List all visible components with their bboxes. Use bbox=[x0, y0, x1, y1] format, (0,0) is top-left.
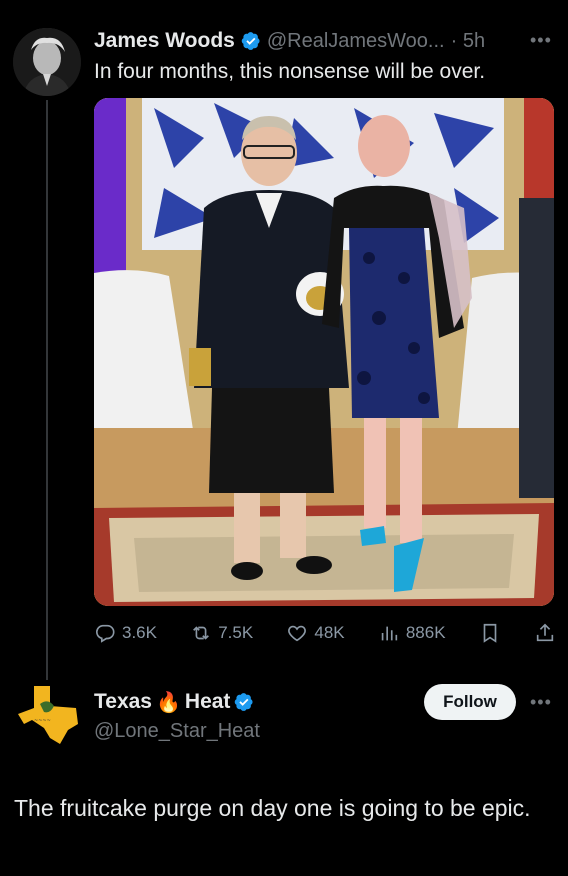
follow-button[interactable]: Follow bbox=[424, 684, 516, 720]
verified-icon bbox=[234, 692, 254, 712]
tweet-header: James Woods @RealJamesWoo... · 5h bbox=[94, 26, 564, 56]
author-name[interactable]: James Woods bbox=[94, 29, 235, 53]
like-icon bbox=[288, 625, 307, 642]
svg-text:~~~~: ~~~~ bbox=[34, 718, 51, 724]
repost-count: 7.5K bbox=[218, 623, 254, 642]
like-count: 48K bbox=[314, 623, 345, 642]
like-button[interactable]: 48K bbox=[286, 622, 345, 644]
reply-author-name-part1[interactable]: Texas bbox=[94, 690, 152, 714]
reply-header: Texas 🔥 Heat bbox=[94, 688, 254, 716]
reply-count: 3.6K bbox=[122, 623, 157, 642]
reply-button[interactable]: 3.6K bbox=[94, 622, 157, 644]
more-icon[interactable]: ••• bbox=[530, 30, 552, 51]
tweet-text: In four months, this nonsense will be ov… bbox=[94, 60, 486, 83]
more-icon[interactable]: ••• bbox=[530, 692, 552, 713]
tweet-time[interactable]: · 5h bbox=[451, 30, 485, 53]
share-button[interactable] bbox=[534, 622, 556, 644]
fire-icon: 🔥 bbox=[156, 691, 181, 714]
author-handle[interactable]: @RealJamesWoo... bbox=[267, 30, 445, 53]
reply-text: The fruitcake purge on day one is going … bbox=[14, 795, 531, 821]
reply-author-name-part2[interactable]: Heat bbox=[185, 690, 231, 714]
action-bar: 3.6K 7.5K 48K 886K bbox=[94, 620, 556, 646]
reply-icon bbox=[96, 624, 115, 643]
views-icon bbox=[381, 626, 397, 641]
bookmark-button[interactable] bbox=[479, 622, 501, 644]
views-button[interactable]: 886K bbox=[378, 622, 446, 644]
repost-button[interactable]: 7.5K bbox=[190, 622, 253, 644]
repost-icon bbox=[193, 626, 210, 640]
avatar-james-woods[interactable] bbox=[13, 28, 81, 96]
verified-icon bbox=[241, 31, 261, 51]
views-count: 886K bbox=[405, 623, 446, 642]
reply-author-handle[interactable]: @Lone_Star_Heat bbox=[94, 720, 260, 743]
top-divider bbox=[0, 0, 568, 8]
avatar-texas-heat[interactable]: ~~~~ bbox=[14, 684, 80, 746]
thread-line bbox=[46, 100, 48, 680]
share-icon bbox=[536, 623, 554, 642]
bookmark-icon bbox=[483, 623, 497, 643]
tweet-photo[interactable] bbox=[94, 98, 554, 606]
